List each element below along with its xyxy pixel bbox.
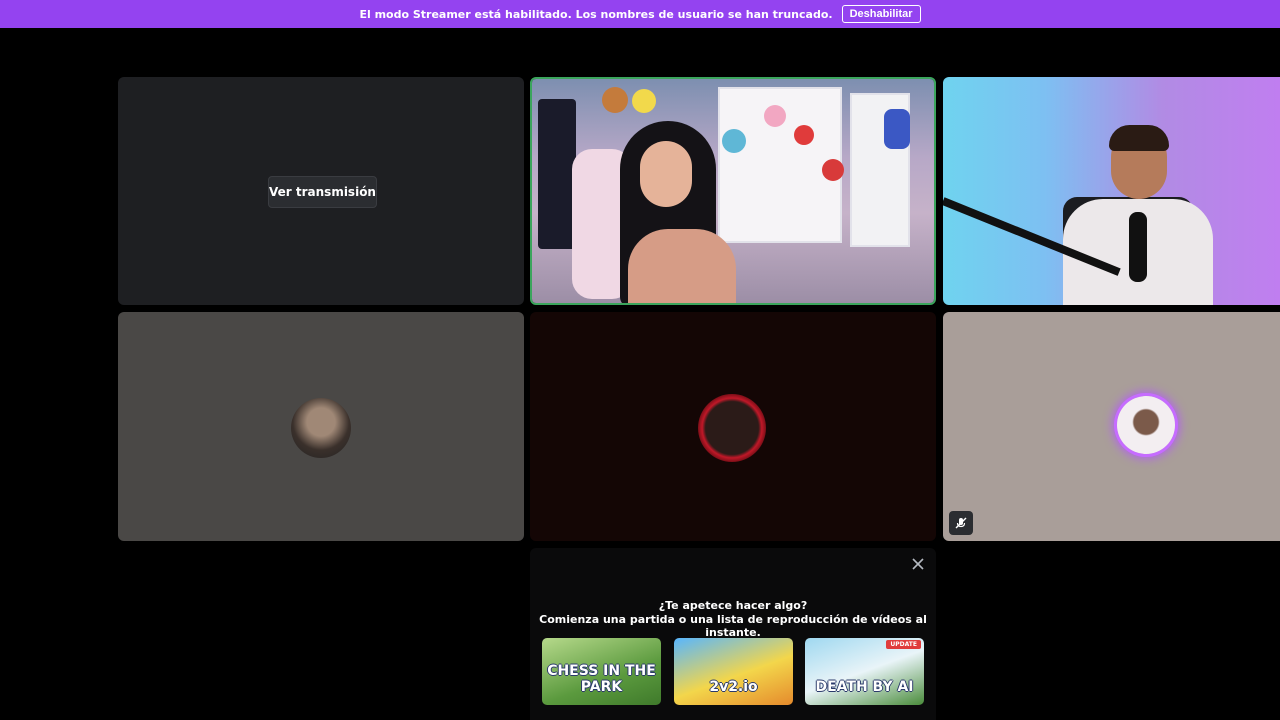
toy bbox=[602, 87, 628, 113]
participant-video bbox=[532, 79, 934, 303]
activity-panel: ¿Te apetece hacer algo? Comienza una par… bbox=[530, 548, 936, 720]
activity-subtitle: Comienza una partida o una lista de repr… bbox=[539, 613, 927, 639]
toy bbox=[794, 125, 814, 145]
activity-card-death-by-ai[interactable]: UPDATE DEATH BY AI bbox=[805, 638, 924, 705]
participant-video-tile[interactable] bbox=[943, 77, 1280, 305]
avatar bbox=[698, 394, 766, 462]
person-face bbox=[640, 141, 692, 207]
disable-streamer-mode-button[interactable]: Deshabilitar bbox=[841, 5, 921, 23]
activity-card-title: DEATH BY AI bbox=[815, 679, 914, 695]
person-body bbox=[628, 229, 736, 303]
activity-card-title: 2v2.io bbox=[709, 679, 758, 695]
toy bbox=[722, 129, 746, 153]
toy bbox=[632, 89, 656, 113]
activity-title: ¿Te apetece hacer algo? bbox=[658, 599, 808, 612]
avatar-speaking bbox=[1117, 396, 1175, 454]
watch-stream-button[interactable]: Ver transmisión bbox=[268, 176, 377, 208]
participant-avatar-tile[interactable] bbox=[530, 312, 936, 541]
participant-avatar-tile[interactable] bbox=[118, 312, 524, 541]
arcade-cabinet bbox=[538, 99, 576, 249]
toy bbox=[884, 109, 910, 149]
mic-muted-icon bbox=[949, 511, 973, 535]
participant-video bbox=[943, 77, 1280, 305]
avatar bbox=[291, 398, 351, 458]
activity-card-title: CHESS IN THE PARK bbox=[547, 663, 656, 695]
update-badge: UPDATE bbox=[886, 640, 921, 649]
stream-tile[interactable]: Ver transmisión bbox=[118, 77, 524, 305]
activity-card-chess[interactable]: CHESS IN THE PARK bbox=[542, 638, 661, 705]
close-icon[interactable] bbox=[908, 554, 928, 574]
activity-card-2v2[interactable]: 2v2.io bbox=[674, 638, 793, 705]
streamer-mode-banner: El modo Streamer está habilitado. Los no… bbox=[0, 0, 1280, 28]
participant-avatar-tile[interactable] bbox=[943, 312, 1280, 541]
toy bbox=[822, 159, 844, 181]
person-hair bbox=[1109, 125, 1169, 151]
participant-video-tile-speaking[interactable] bbox=[530, 77, 936, 305]
microphone bbox=[1129, 212, 1147, 282]
streamer-mode-message: El modo Streamer está habilitado. Los no… bbox=[359, 7, 833, 21]
toy bbox=[764, 105, 786, 127]
